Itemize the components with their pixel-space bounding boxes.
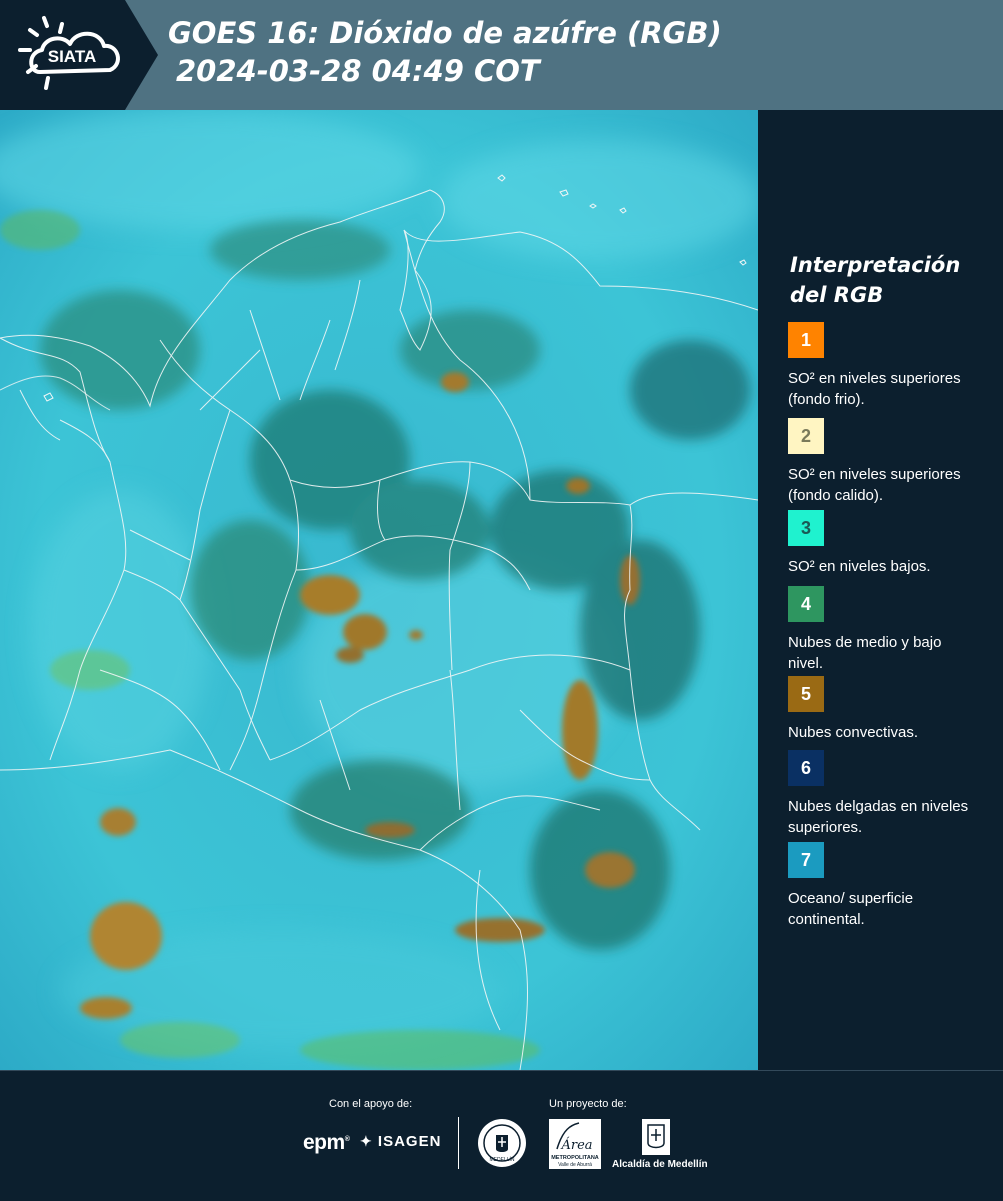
siata-logo-text: SIATA: [48, 47, 96, 66]
legend-title: Interpretación del RGB: [790, 253, 961, 307]
alcaldia-shield-icon: [642, 1119, 670, 1155]
svg-text:METROPOLITANA: METROPOLITANA: [551, 1155, 599, 1161]
svg-text:Valle de Aburrá: Valle de Aburrá: [558, 1162, 592, 1168]
isagen-icon: ✦: [360, 1133, 373, 1149]
legend-text-3: SO² en niveles bajos.: [788, 558, 931, 575]
legend-swatch-1: 1: [788, 322, 824, 358]
title-line-1: GOES 16: Dióxido de azúfre (RGB): [168, 16, 722, 50]
legend-text-4: Nubes de medio y bajo nivel.: [788, 634, 942, 672]
alcaldia-label: Alcaldía de Medellín: [612, 1159, 708, 1170]
map-image: [0, 110, 758, 1070]
support-label: Con el apoyo de:: [329, 1098, 413, 1110]
legend-item-1: 1 SO² en niveles superiores (fondo frio)…: [788, 322, 988, 410]
legend-swatch-6: 6: [788, 750, 824, 786]
legend-item-6: 6 Nubes delgadas en niveles superiores.: [788, 750, 988, 838]
satellite-map: [0, 110, 758, 1070]
legend-text-5: Nubes convectivas.: [788, 724, 919, 741]
footer-divider: [458, 1117, 459, 1169]
siata-logo: SIATA: [0, 0, 160, 110]
legend-swatch-7: 7: [788, 842, 824, 878]
legend-swatch-4: 4: [788, 586, 824, 622]
isagen-logo: ✦ ISAGEN: [360, 1133, 442, 1150]
legend-item-5: 5 Nubes convectivas.: [788, 676, 988, 743]
legend-item-2: 2 SO² en niveles superiores (fondo calid…: [788, 418, 988, 506]
header-bar: SIATA GOES 16: Dióxido de azúfre (RGB) 2…: [0, 0, 1003, 110]
medellin-seal-icon: MEDELLÍN: [478, 1119, 526, 1167]
legend-text-1: SO² en niveles superiores (fondo frio).: [788, 370, 961, 408]
legend-swatch-5: 5: [788, 676, 824, 712]
area-metropolitana-logo: Área METROPOLITANA Valle de Aburrá: [549, 1119, 601, 1169]
legend-panel: Interpretación del RGB 1 SO² en niveles …: [758, 110, 1003, 1070]
title-line-2: 2024-03-28 04:49 COT: [176, 54, 540, 88]
project-label: Un proyecto de:: [549, 1098, 627, 1110]
legend-item-3: 3 SO² en niveles bajos.: [788, 510, 988, 577]
legend-item-7: 7 Oceano/ superficie continental.: [788, 842, 988, 930]
epm-logo: epm®: [303, 1131, 350, 1154]
svg-text:MEDELLÍN: MEDELLÍN: [489, 1156, 514, 1163]
legend-text-6: Nubes delgadas en niveles superiores.: [788, 798, 969, 836]
legend-text-7: Oceano/ superficie continental.: [788, 890, 914, 928]
legend-text-2: SO² en niveles superiores (fondo calido)…: [788, 466, 961, 504]
page-title: GOES 16: Dióxido de azúfre (RGB) 2024-03…: [168, 14, 722, 90]
legend-swatch-2: 2: [788, 418, 824, 454]
footer: Con el apoyo de: Un proyecto de: epm® ✦ …: [0, 1070, 1003, 1201]
svg-text:Área: Área: [560, 1137, 592, 1153]
legend-item-4: 4 Nubes de medio y bajo nivel.: [788, 586, 988, 674]
legend-swatch-3: 3: [788, 510, 824, 546]
